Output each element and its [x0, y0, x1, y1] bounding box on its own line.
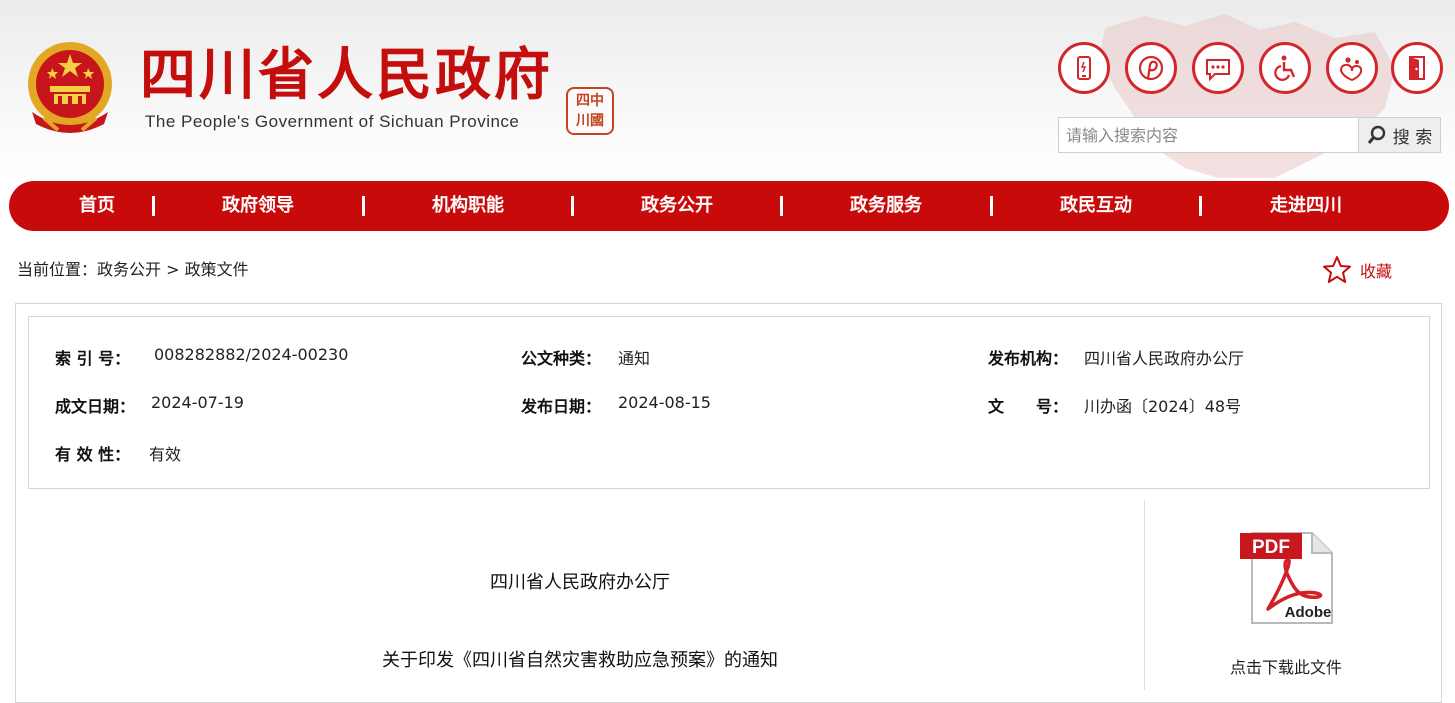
- meta-org-value: 四川省人民政府办公厅: [1084, 349, 1245, 368]
- breadcrumb-separator: >: [161, 260, 185, 279]
- meta-type-label: 公文种类：: [521, 349, 602, 368]
- meta-index-value: 008282882/2024-00230: [154, 345, 349, 364]
- meta-validity-value: 有效: [149, 445, 182, 464]
- search-box: 搜 索: [1058, 117, 1441, 153]
- pdf-icon[interactable]: PDF Adobe: [1238, 527, 1336, 625]
- header-icon-row: [1058, 42, 1443, 96]
- weibo-icon[interactable]: [1125, 42, 1177, 94]
- breadcrumb-link-gov-affairs[interactable]: 政务公开: [97, 260, 161, 279]
- meta-published-value: 2024-08-15: [618, 393, 711, 412]
- main-nav: 首页 政府领导 机构职能 政务公开 政务服务 政民互动 走进四川: [9, 181, 1449, 231]
- download-file-link[interactable]: 点击下载此文件: [1190, 654, 1382, 678]
- meta-docno-value: 川办函〔2024〕48号: [1084, 397, 1242, 416]
- nav-gov-services[interactable]: 政务服务: [811, 181, 961, 231]
- svg-text:PDF: PDF: [1252, 537, 1290, 558]
- national-emblem-logo: [28, 42, 112, 133]
- nav-gov-affairs-open[interactable]: 政务公开: [602, 181, 752, 231]
- seal-stamp: 四中 川國: [566, 87, 614, 135]
- meta-created-label: 成文日期：: [55, 397, 136, 416]
- message-icon[interactable]: [1192, 42, 1244, 94]
- exit-icon[interactable]: [1391, 42, 1443, 94]
- site-title: 四川省人民政府: [140, 43, 553, 108]
- meta-org-label: 发布机构：: [988, 349, 1069, 368]
- search-button[interactable]: 搜 索: [1358, 118, 1440, 152]
- favorite-label: 收藏: [1360, 262, 1393, 281]
- site-subtitle: The People's Government of Sichuan Provi…: [145, 112, 520, 131]
- mobile-icon[interactable]: [1058, 42, 1110, 94]
- nav-divider: [152, 196, 155, 216]
- meta-created-value: 2024-07-19: [151, 393, 244, 412]
- nav-leaders[interactable]: 政府领导: [183, 181, 333, 231]
- meta-published-label: 发布日期：: [521, 397, 602, 416]
- meta-index-label: 索 引 号：: [55, 349, 131, 368]
- search-icon: [1367, 125, 1385, 144]
- search-input[interactable]: [1059, 118, 1359, 152]
- meta-type-value: 通知: [618, 349, 651, 368]
- care-icon[interactable]: [1326, 42, 1378, 94]
- column-divider: [1144, 500, 1145, 690]
- document-title: 关于印发《四川省自然灾害救助应急预案》的通知: [382, 650, 778, 671]
- site-header: 四川省人民政府 The People's Government of Sichu…: [0, 0, 1455, 178]
- meta-docno-label: 文 号：: [988, 397, 1069, 416]
- nav-divider: [571, 196, 574, 216]
- breadcrumb-link-policy-docs[interactable]: 政策文件: [185, 260, 249, 279]
- nav-interaction[interactable]: 政民互动: [1021, 181, 1171, 231]
- accessibility-icon[interactable]: [1259, 42, 1311, 94]
- search-button-label: 搜 索: [1392, 127, 1433, 148]
- breadcrumb: 当前位置：政务公开 > 政策文件: [17, 256, 249, 280]
- favorite-button[interactable]: 收藏: [1322, 255, 1392, 285]
- star-icon: [1323, 256, 1351, 283]
- document-issuer: 四川省人民政府办公厅: [490, 572, 670, 593]
- nav-divider: [362, 196, 365, 216]
- nav-institutions[interactable]: 机构职能: [393, 181, 543, 231]
- nav-divider: [780, 196, 783, 216]
- document-metadata: 索 引 号： 008282882/2024-00230 公文种类： 通知 发布机…: [28, 316, 1430, 489]
- svg-text:Adobe: Adobe: [1285, 604, 1332, 621]
- meta-validity-label: 有 效 性：: [55, 445, 131, 464]
- nav-divider: [990, 196, 993, 216]
- nav-home[interactable]: 首页: [22, 181, 172, 231]
- nav-divider: [1199, 196, 1202, 216]
- breadcrumb-prefix: 当前位置：: [17, 260, 98, 279]
- nav-about-sichuan[interactable]: 走进四川: [1231, 181, 1381, 231]
